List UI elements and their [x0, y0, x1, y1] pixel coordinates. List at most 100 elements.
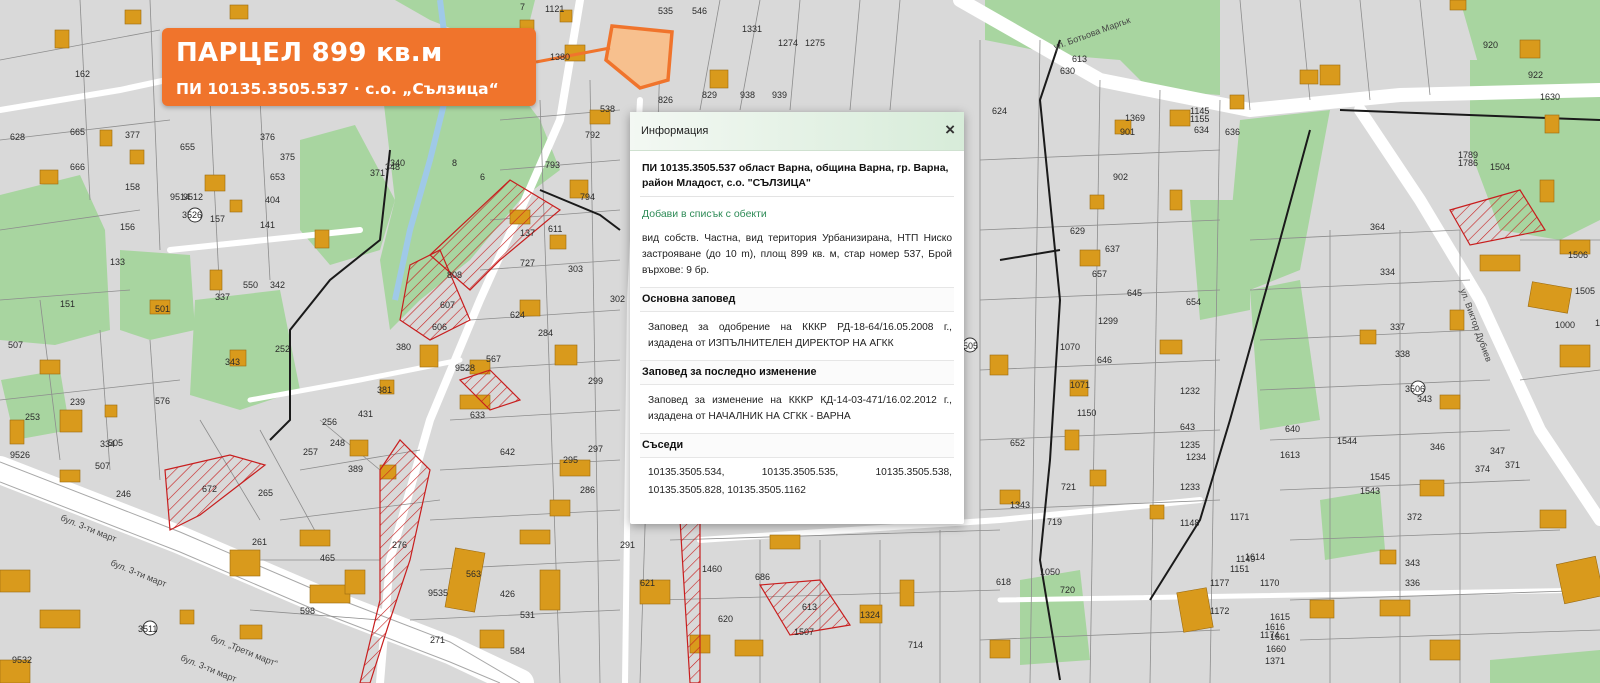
parcel-number-label: 793	[545, 160, 560, 170]
parcel-number-label: 1613	[1280, 450, 1300, 460]
parcel-number-label: 337	[1390, 322, 1405, 332]
popup-title: Информация	[641, 125, 709, 137]
parcel-number-label: 7	[520, 2, 525, 12]
parcel-number-label: 6	[480, 172, 485, 182]
parcel-number-label: 665	[70, 127, 85, 137]
parcel-number-label: 1661	[1270, 632, 1290, 642]
parcel-number-label: 1121	[545, 4, 564, 14]
parcel-number-label: 1274	[778, 38, 798, 48]
parcel-number-label: 239	[70, 397, 85, 407]
parcel-number-label: 1630	[1540, 92, 1560, 102]
popup-header: Информация ×	[630, 112, 964, 151]
banner-title: ПАРЦЕЛ 899 кв.м	[176, 38, 443, 68]
section-text-neighbours: 10135.3505.534, 10135.3505.535, 10135.35…	[648, 467, 952, 496]
parcel-number-label: 431	[358, 409, 373, 419]
parcel-number-label: 550	[243, 280, 258, 290]
parcel-number-label: 646	[1097, 355, 1112, 365]
parcel-number-label: 380	[396, 342, 411, 352]
parcel-number-label: 653	[270, 172, 285, 182]
parcel-number-label: 719	[1047, 517, 1062, 527]
parcel-number-label: 727	[520, 258, 535, 268]
parcel-number-label: 377	[125, 130, 140, 140]
parcel-number-label: 920	[1483, 40, 1498, 50]
parcel-number-label: 1369	[1125, 113, 1145, 123]
close-icon[interactable]: ×	[945, 120, 955, 140]
parcel-number-label: 1150	[1077, 408, 1096, 418]
parcel-number-label: 371	[1505, 460, 1520, 470]
parcel-number-label: 364	[1370, 222, 1385, 232]
parcel-number-label: 624	[510, 310, 525, 320]
parcel-number-label: 1660	[1266, 644, 1286, 654]
parcel-number-label: 576	[155, 396, 170, 406]
parcel-number-label: 652	[1010, 438, 1025, 448]
parcel-number-label: 507	[8, 340, 23, 350]
add-to-list-link[interactable]: Добави в списък с обекти	[640, 208, 954, 220]
parcel-number-label: 1148	[1180, 518, 1199, 528]
parcel-number-label: 939	[772, 90, 787, 100]
parcel-number-label: 902	[1113, 172, 1128, 182]
parcel-number-label: 1545	[1370, 472, 1390, 482]
parcel-number-label: 1233	[1180, 482, 1200, 492]
banner-subtitle: ПИ 10135.3505.537 · с.о. „Сълзица“	[176, 80, 499, 98]
parcel-number-label: 156	[120, 222, 135, 232]
parcel-number-label: 563	[466, 569, 481, 579]
parcel-number-label: 302	[610, 294, 625, 304]
parcel-number-label: 686	[755, 572, 770, 582]
parcel-number-label: 299	[588, 376, 603, 386]
parcel-number-label: 628	[10, 132, 25, 142]
parcel-number-label: 133	[110, 257, 125, 267]
parcel-number-label: 633	[470, 410, 485, 420]
parcel-number-label: 276	[392, 540, 407, 550]
parcel-number-label: 343	[1405, 558, 1420, 568]
parcel-number-label: 1275	[805, 38, 825, 48]
parcel-number-label: 672	[202, 484, 217, 494]
parcel-number-label: 636	[1225, 127, 1240, 137]
parcel-number-label: 1151	[1230, 564, 1249, 574]
parcel-number-label: 348	[385, 162, 400, 172]
parcel-number-label: 634	[1194, 125, 1209, 135]
parcel-number-label: 303	[568, 264, 583, 274]
parcel-number-label: 1343	[1010, 500, 1030, 510]
parcel-number-label: 1614	[1245, 552, 1265, 562]
popup-body: ПИ 10135.3505.537 област Варна, община В…	[630, 151, 964, 500]
parcel-number-label: 284	[538, 328, 553, 338]
parcel-number-label: 720	[1060, 585, 1075, 595]
parcel-number-label: 1170	[1260, 578, 1279, 588]
parcel-number-label: 1299	[1098, 316, 1118, 326]
parcel-number-label: 1616	[1265, 622, 1285, 632]
parcel-number-label: 256	[322, 417, 337, 427]
parcel-number-label: 371	[370, 168, 385, 178]
parcel-number-label: 606	[432, 322, 447, 332]
parcel-number-label: 535	[658, 6, 673, 16]
parcel-number-label: 613	[802, 602, 817, 612]
parcel-number-label: 794	[580, 192, 595, 202]
parcel-number-label: 1460	[702, 564, 722, 574]
parcel-number-label: 252	[275, 344, 290, 354]
parcel-number-label: 655	[180, 142, 195, 152]
parcel-number-label: 9528	[455, 363, 475, 373]
parcel-number-label: 1371	[1265, 656, 1285, 666]
parcel-number-label: 9512	[183, 192, 203, 202]
parcel-number-label: 829	[702, 90, 717, 100]
parcel-number-label: 158	[125, 182, 140, 192]
station-label: 3526	[182, 210, 202, 220]
info-popup: Информация × ПИ 10135.3505.537 област Ва…	[630, 112, 964, 524]
parcel-number-label: 141	[260, 220, 275, 230]
parcel-number-label: 531	[520, 610, 535, 620]
parcel-number-label: 642	[500, 447, 515, 457]
parcel-number-label: 607	[440, 300, 455, 310]
parcel-description: вид собств. Частна, вид територия Урбани…	[642, 233, 952, 276]
parcel-number-label: 381	[377, 385, 392, 395]
parcel-number-label: 640	[1285, 424, 1300, 434]
parcel-number-label: 297	[588, 444, 603, 454]
parcel-number-label: 538	[600, 104, 615, 114]
parcel-number-label: 1155	[1190, 114, 1209, 124]
section-heading-main-order: Основна заповед	[640, 287, 954, 312]
parcel-number-label: 1235	[1180, 440, 1200, 450]
parcel-number-label: 611	[548, 224, 562, 234]
section-text-main-order: Заповед за одобрение на КККР РД-18-64/16…	[648, 322, 952, 349]
parcel-number-label: 337	[215, 292, 230, 302]
parcel-number-label: 1331	[742, 24, 762, 34]
parcel-number-label: 9532	[12, 655, 32, 665]
parcel-number-label: 630	[1060, 66, 1075, 76]
